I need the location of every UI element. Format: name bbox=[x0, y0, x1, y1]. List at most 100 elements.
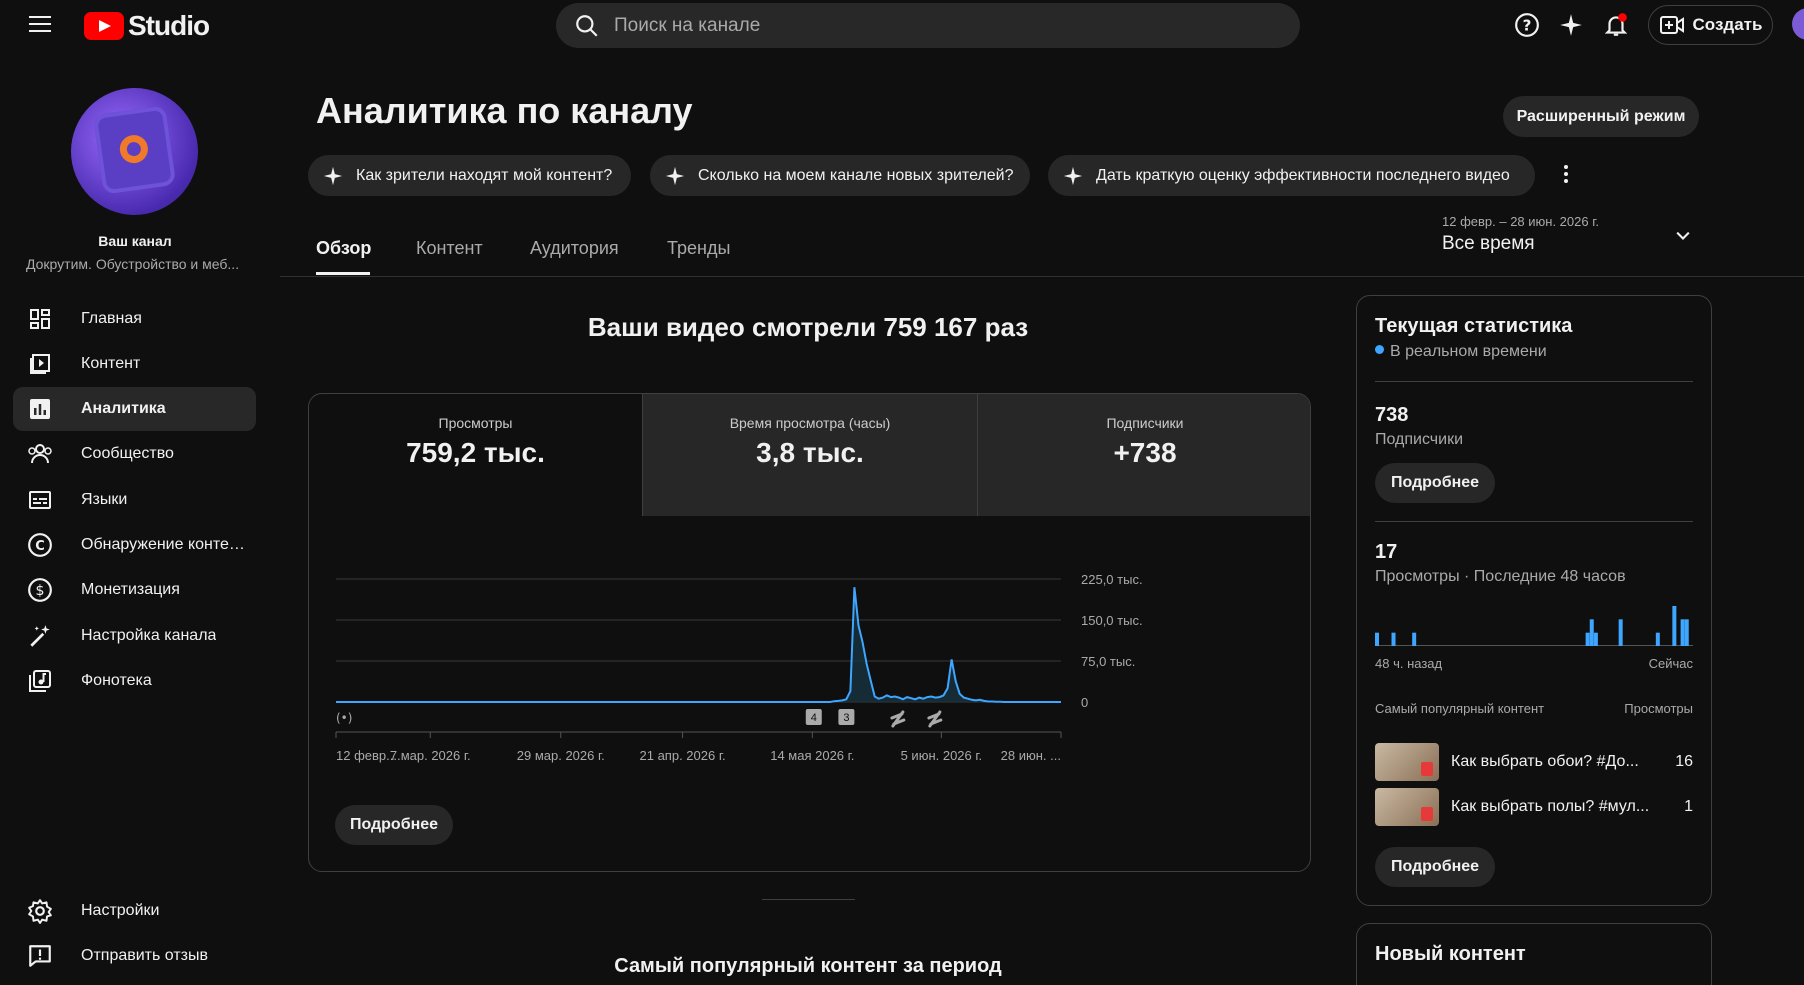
subscribers-count: 738 bbox=[1375, 404, 1409, 426]
realtime-bar bbox=[1585, 632, 1590, 646]
x-tick-label: 5 июн. 2026 г. bbox=[901, 748, 983, 763]
realtime-bar bbox=[1618, 619, 1623, 646]
sidebar-item-label: Фонотека bbox=[81, 672, 152, 689]
tab-content[interactable]: Контент bbox=[416, 238, 483, 259]
realtime-bar bbox=[1680, 619, 1685, 646]
y-tick-label: 225,0 тыс. bbox=[1081, 572, 1143, 587]
sidebar-item-label: Монетизация bbox=[81, 581, 180, 598]
sidebar-item-label: Обнаружение контен... bbox=[81, 536, 251, 553]
sidebar-item-monetization[interactable]: $ Монетизация bbox=[13, 568, 256, 612]
search-bar[interactable] bbox=[556, 3, 1300, 48]
recent-views-count: 17 bbox=[1375, 541, 1398, 563]
sidebar-item-label: Отправить отзыв bbox=[81, 947, 208, 964]
tabs-divider bbox=[280, 276, 1804, 277]
video-marker-label: 4 bbox=[811, 712, 817, 724]
suggestion-chip-new-viewers[interactable]: Сколько на моем канале новых зрителей? bbox=[650, 155, 1030, 196]
video-title: Как выбрать полы? #мул... bbox=[1451, 798, 1650, 815]
realtime-title: Текущая статистика bbox=[1375, 315, 1573, 337]
tab-audience[interactable]: Аудитория bbox=[530, 238, 619, 259]
live-broadcast-icon: (•) bbox=[336, 711, 352, 725]
sidebar-item-label: Настройки bbox=[81, 902, 160, 919]
chart-end-label: Сейчас bbox=[1648, 656, 1693, 671]
x-tick-label: 7 мар. 2026 г. bbox=[390, 748, 471, 763]
subscribers-details-button[interactable]: Подробнее bbox=[1375, 463, 1495, 503]
chip-label: Сколько на моем канале новых зрителей? bbox=[698, 166, 1014, 184]
chip-label: Дать краткую оценку эффективности послед… bbox=[1096, 166, 1510, 184]
sidebar-item-label: Языки bbox=[81, 491, 128, 508]
top-content-row[interactable]: Как выбрать полы? #мул... 1 bbox=[1375, 788, 1693, 826]
advanced-mode-button[interactable]: Расширенный режим bbox=[1503, 96, 1699, 137]
sidebar-item-label: Сообщество bbox=[81, 445, 174, 462]
menu-icon[interactable] bbox=[29, 16, 51, 32]
create-label: Создать bbox=[1692, 15, 1763, 34]
section-divider bbox=[762, 899, 855, 900]
gear-icon bbox=[26, 897, 54, 925]
suggestion-chip-traffic[interactable]: Как зрители находят мой контент? bbox=[308, 155, 631, 196]
search-input[interactable] bbox=[614, 14, 1234, 37]
sidebar-item-customization[interactable]: Настройка канала bbox=[13, 614, 256, 658]
community-icon bbox=[26, 440, 54, 468]
shorts-marker-icon bbox=[890, 710, 906, 728]
series-area bbox=[336, 587, 1061, 702]
sidebar-item-languages[interactable]: Языки bbox=[13, 478, 256, 522]
svg-text:C: C bbox=[35, 539, 45, 554]
sidebar-item-settings[interactable]: Настройки bbox=[13, 889, 256, 933]
sparkle-icon bbox=[323, 166, 343, 185]
search-icon bbox=[576, 14, 598, 37]
video-plus-icon bbox=[1659, 16, 1684, 34]
realtime-bar bbox=[1589, 619, 1594, 646]
sidebar-item-analytics[interactable]: Аналитика bbox=[13, 387, 256, 431]
x-tick-label: 28 июн. ... bbox=[1001, 748, 1061, 763]
sidebar-item-content[interactable]: Контент bbox=[13, 342, 256, 386]
video-thumbnail bbox=[1375, 743, 1439, 781]
video-views: 1 bbox=[1684, 798, 1693, 815]
views-line-chart: 225,0 тыс.150,0 тыс.75,0 тыс.0(•) 4 312 фе… bbox=[335, 572, 1143, 763]
sidebar-item-community[interactable]: Сообщество bbox=[13, 432, 256, 476]
channel-name: Ваш канал bbox=[98, 233, 172, 249]
channel-avatar[interactable] bbox=[71, 88, 198, 215]
video-views: 16 bbox=[1675, 753, 1693, 770]
logo-text: Studio bbox=[128, 10, 210, 41]
create-button[interactable]: Создать bbox=[1648, 5, 1773, 45]
x-tick-label: 29 мар. 2026 г. bbox=[517, 748, 605, 763]
date-period-selector[interactable]: Все время bbox=[1442, 233, 1535, 255]
video-thumbnail bbox=[1375, 788, 1439, 826]
realtime-bar bbox=[1391, 632, 1396, 646]
sidebar-item-copyright[interactable]: C Обнаружение контен... bbox=[13, 523, 256, 567]
top-content-row[interactable]: Как выбрать обои? #До... 16 bbox=[1375, 743, 1693, 781]
y-tick-label: 75,0 тыс. bbox=[1081, 654, 1135, 669]
overview-card: Просмотры 759,2 тыс. Время просмотра (ча… bbox=[308, 393, 1311, 872]
realtime-bar bbox=[1655, 632, 1660, 646]
tab-trends[interactable]: Тренды bbox=[667, 238, 730, 259]
sidebar-item-audio-library[interactable]: Фонотека bbox=[13, 659, 256, 703]
tab-overview[interactable]: Обзор bbox=[316, 238, 371, 259]
studio-logo[interactable]: Studio bbox=[84, 10, 210, 42]
svg-text:?: ? bbox=[1523, 16, 1532, 34]
analytics-icon bbox=[26, 395, 54, 423]
sidebar-item-feedback[interactable]: Отправить отзыв bbox=[13, 934, 256, 978]
popular-content-title: Самый популярный контент за период bbox=[614, 955, 1002, 977]
more-options-icon[interactable] bbox=[1556, 160, 1576, 188]
copyright-icon: C bbox=[26, 531, 54, 559]
account-avatar[interactable] bbox=[1792, 8, 1804, 40]
chevron-down-icon[interactable] bbox=[1673, 226, 1693, 251]
views-headline: Ваши видео смотрели 759 167 раз bbox=[587, 312, 1029, 342]
sidebar-item-dashboard[interactable]: Главная bbox=[13, 297, 256, 341]
top-content-details-button[interactable]: Подробнее bbox=[1375, 847, 1495, 887]
sidebar-item-label: Контент bbox=[81, 355, 141, 372]
views-column-header: Просмотры bbox=[1624, 701, 1693, 716]
subtitles-icon bbox=[26, 486, 54, 514]
customization-icon bbox=[26, 622, 54, 650]
sparkle-icon[interactable] bbox=[1554, 8, 1588, 42]
chart-start-label: 48 ч. назад bbox=[1375, 656, 1443, 671]
details-button[interactable]: Подробнее bbox=[335, 805, 453, 845]
channel-description: Докрутим. Обустройство и меб... bbox=[26, 256, 240, 272]
svg-text:$: $ bbox=[36, 583, 45, 599]
youtube-play-icon bbox=[84, 12, 124, 40]
realtime-bar bbox=[1672, 606, 1677, 646]
suggestion-chip-last-video[interactable]: Дать краткую оценку эффективности послед… bbox=[1048, 155, 1535, 196]
help-icon[interactable]: ? bbox=[1510, 8, 1544, 42]
realtime-live-indicator: В реальном времени bbox=[1375, 343, 1547, 361]
notifications-icon[interactable] bbox=[1599, 8, 1633, 42]
x-tick-label: 21 апр. 2026 г. bbox=[640, 748, 726, 763]
